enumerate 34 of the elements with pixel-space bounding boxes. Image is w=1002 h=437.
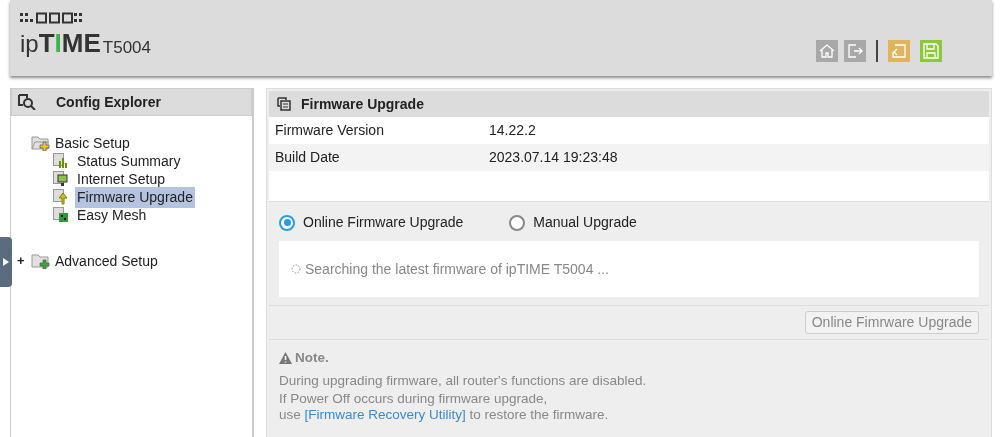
model-name: T5004 [102,39,151,56]
home-button[interactable] [816,40,838,62]
back-button[interactable] [888,40,910,62]
side-handle[interactable] [0,237,12,287]
info-label: Firmware Version [275,121,385,140]
expand-toggle[interactable]: + [17,251,29,271]
radio-label: Online Firmware Upgrade [303,213,464,232]
explorer-title: Config Explorer [56,92,161,112]
info-label: Build Date [275,148,341,167]
tree-folder[interactable]: Advanced Setup [55,250,158,272]
spinner-icon [291,264,301,274]
logout-button[interactable] [844,40,866,62]
save-button[interactable] [920,40,942,62]
radio-button[interactable] [509,214,526,231]
tree-item[interactable]: Firmware Upgrade [75,186,195,208]
brand-name: ipTIME [20,30,101,56]
radio-label: Manual Upgrade [533,213,637,232]
page-icon [277,97,291,111]
radio-button[interactable] [279,214,295,231]
monitor-icon [53,171,69,187]
chart-icon [53,153,69,169]
status-text: Searching the latest firmware of ipTIME T5004 ... [305,259,609,279]
note-text: If Power Off occurs during firmware upgrade, [279,391,549,408]
note-title: Note. [295,349,329,367]
upload-icon [53,189,69,205]
panel-title: Firmware Upgrade [301,94,424,114]
mesh-icon [53,207,69,223]
note-text: During upgrading firmware, all router's functions are disabled. [279,373,648,390]
info-value: 14.22.2 [489,121,536,140]
logo-icon [20,12,82,24]
search-icon [18,94,36,110]
warning-icon [279,352,292,365]
note-text: use [Firmware Recovery Utility] to restore the firmware. [279,407,610,424]
info-value: 2023.07.14 19:23:48 [489,148,618,167]
